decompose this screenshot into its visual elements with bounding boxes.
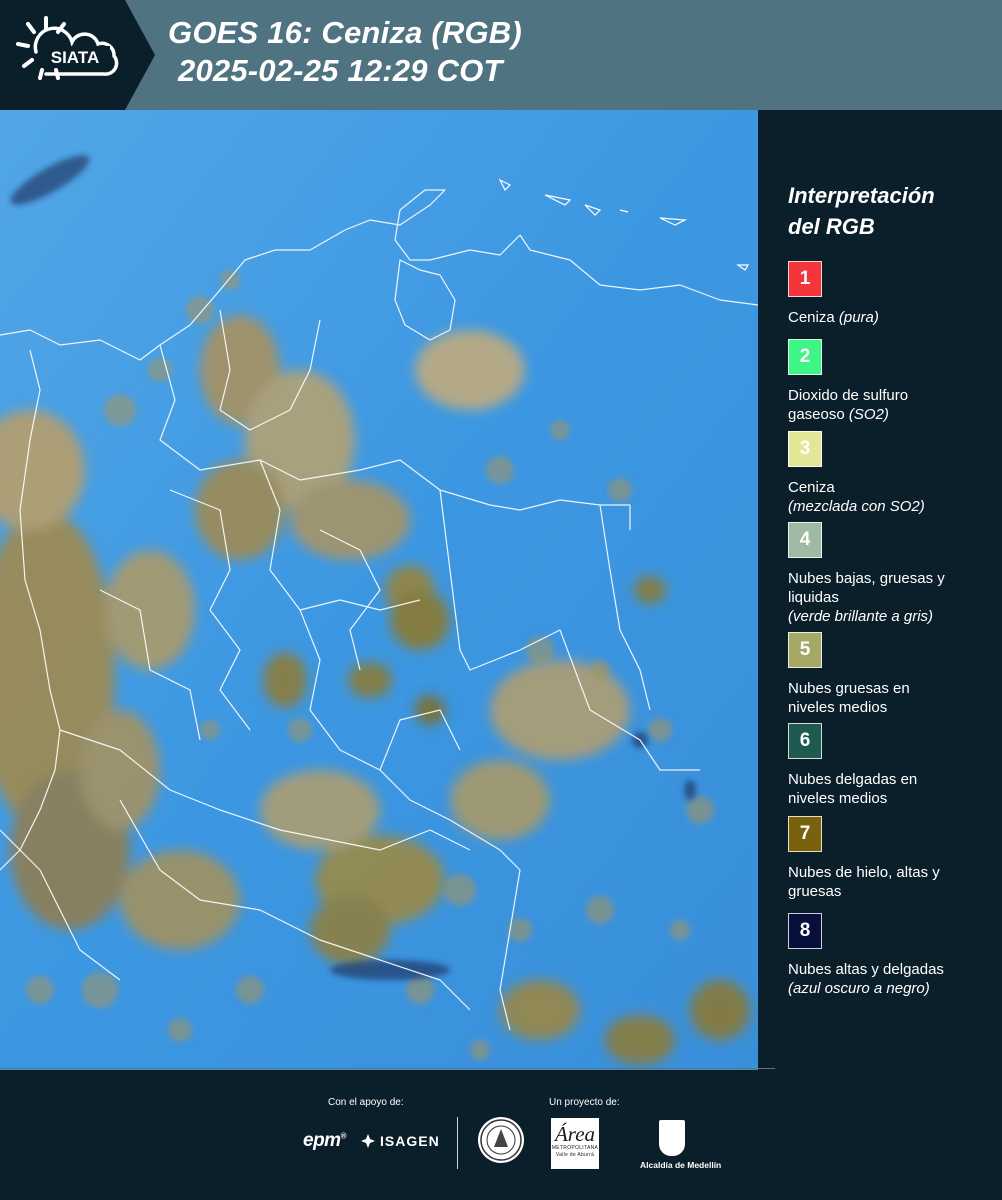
legend-title-line-2: del RGB [788,214,875,239]
map-divider [758,110,761,1070]
legend-swatch-1: 1 [788,261,822,297]
legend-swatch-2: 2 [788,339,822,375]
project-label: Un proyecto de: [549,1097,620,1108]
area-logo-small-1: METROPOLITANA [551,1145,599,1151]
area-logo-big: Área [554,1122,596,1146]
area-logo-small-2: Valle de Aburrá [555,1152,595,1158]
epm-logo: epm® [303,1130,347,1151]
isagen-icon [361,1134,375,1148]
legend-label-1: Ceniza (pura) [788,309,879,326]
alcaldia-label: Alcaldía de Medellín [640,1160,722,1170]
footer-separator [457,1117,458,1169]
isagen-logo-text: ISAGEN [380,1133,440,1149]
header-bar: SIATA GOES 16: Ceniza (RGB) 2025-02-25 1… [0,0,1002,110]
legend-label-6: Nubes delgadas en niveles medios [788,771,918,807]
legend-swatch-4: 4 [788,522,822,558]
legend-item-6: 6 Nubes delgadas en niveles medios [788,723,993,808]
legend-swatch-3: 3 [788,431,822,467]
legend-label-2: Dioxido de sulfuro gaseoso (SO2) [788,387,909,423]
legend-item-1: 1 Ceniza (pura) [788,261,993,327]
legend-item-3: 3 Ceniza (mezclada con SO2) [788,431,993,516]
support-label: Con el apoyo de: [328,1097,404,1108]
coat-of-arms-icon [659,1120,685,1156]
isagen-logo: ISAGEN [360,1133,440,1149]
legend-title-line-1: Interpretación [788,183,935,208]
rgb-legend: Interpretación del RGB [788,180,993,242]
epm-logo-text: epm [303,1130,341,1151]
legend-swatch-7: 7 [788,816,822,852]
legend-label-7: Nubes de hielo, altas y gruesas [788,864,940,900]
logo-text: SIATA [51,48,99,67]
area-metropolitana-logo: Área METROPOLITANA Valle de Aburrá [551,1118,599,1169]
page-timestamp: 2025-02-25 12:29 COT [178,53,503,88]
legend-item-4: 4 Nubes bajas, gruesas y liquidas (verde br… [788,522,993,626]
alcaldia-medellin-logo: Alcaldía de Medellín [640,1120,722,1170]
legend-swatch-8: 8 [788,913,822,949]
satellite-map [0,110,758,1070]
map-svg [0,110,758,1070]
legend-title: Interpretación del RGB [788,180,993,242]
legend-swatch-6: 6 [788,723,822,759]
legend-label-4: Nubes bajas, gruesas y liquidas (verde bri… [788,570,945,625]
page-title: GOES 16: Ceniza (RGB) [168,15,522,50]
legend-item-7: 7 Nubes de hielo, altas y gruesas [788,816,993,901]
legend-item-2: 2 Dioxido de sulfuro gaseoso (SO2) [788,339,993,424]
legend-label-3: Ceniza (mezclada con SO2) [788,479,925,515]
legend-item-8: 8 Nubes altas y delgadas (azul oscuro a ne… [788,913,993,998]
map-bottom-line [0,1068,775,1069]
siata-logo: SIATA [0,0,155,110]
legend-swatch-5: 5 [788,632,822,668]
legend-label-8: Nubes altas y delgadas (azul oscuro a neg… [788,961,944,997]
university-seal-icon [478,1117,524,1163]
legend-label-5: Nubes gruesas en niveles medios [788,680,910,716]
legend-item-5: 5 Nubes gruesas en niveles medios [788,632,993,717]
